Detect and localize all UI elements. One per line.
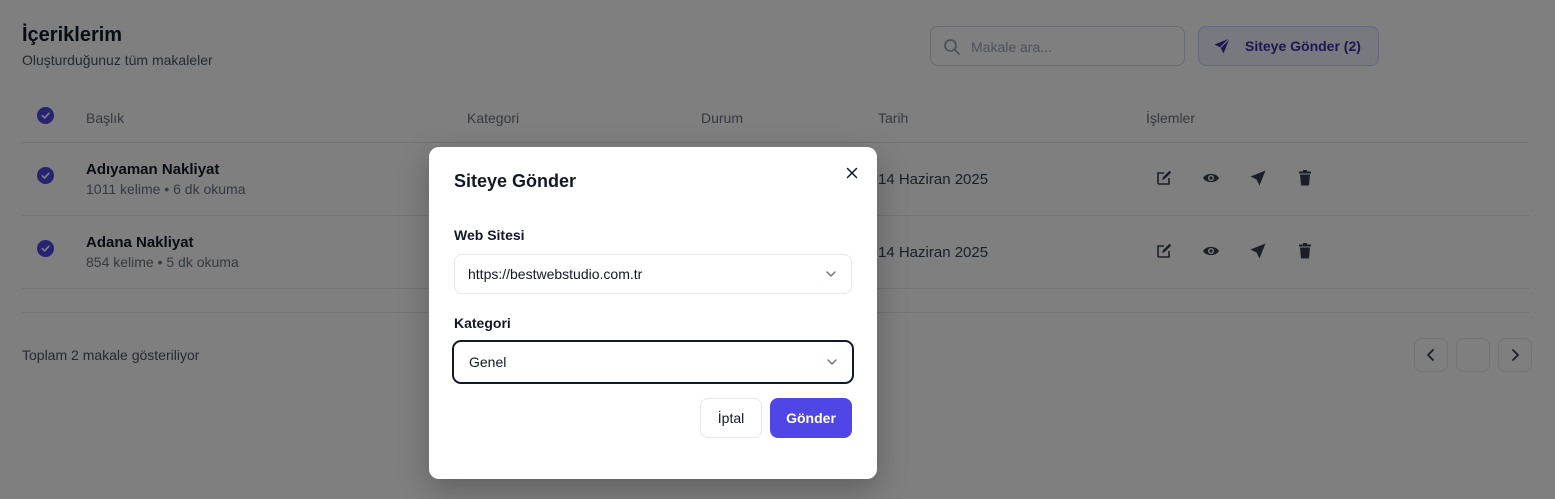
close-button[interactable] (843, 164, 861, 182)
submit-button[interactable]: Gönder (770, 398, 852, 438)
modal-title: Siteye Gönder (454, 171, 577, 191)
chevron-down-icon (826, 271, 836, 277)
cancel-button[interactable]: İptal (700, 398, 762, 438)
website-select[interactable]: https://bestwebstudio.com.tr (454, 254, 852, 294)
category-select[interactable]: Genel (452, 340, 854, 384)
website-select-value: https://bestwebstudio.com.tr (468, 266, 643, 282)
category-select-value: Genel (469, 354, 507, 370)
category-label: Kategori (454, 315, 511, 331)
chevron-down-icon (827, 359, 837, 365)
send-to-site-modal: Siteye Gönder Web Sitesi https://bestweb… (429, 147, 877, 479)
website-label: Web Sitesi (454, 227, 525, 243)
close-icon (846, 167, 858, 179)
